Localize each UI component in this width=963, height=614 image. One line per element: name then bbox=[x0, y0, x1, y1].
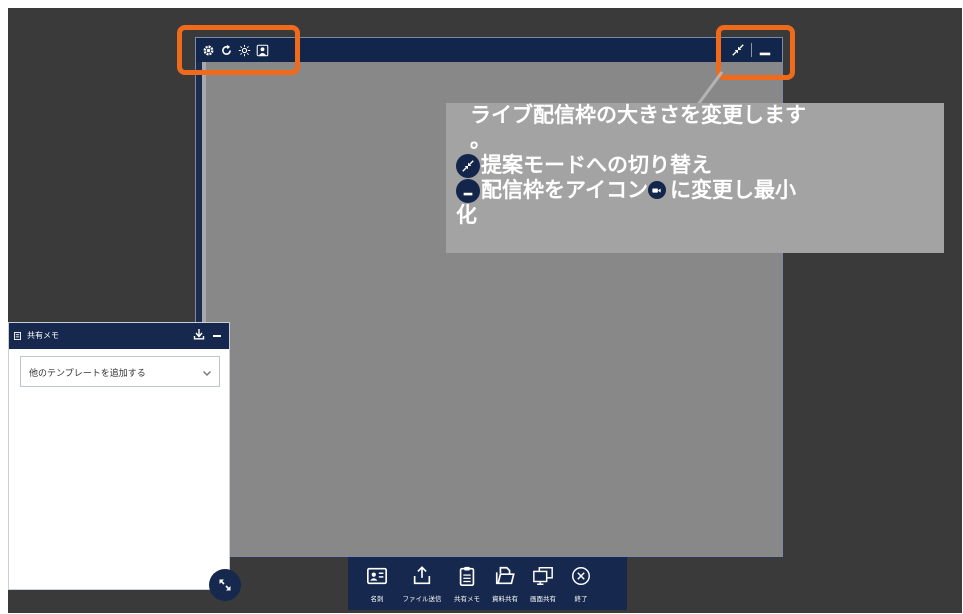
toolbar-end-button[interactable]: 終了 bbox=[562, 557, 600, 610]
toolbar-label: 終了 bbox=[574, 595, 588, 603]
expand-panel-button[interactable] bbox=[209, 569, 241, 601]
minimize-icon bbox=[456, 179, 480, 203]
toolbar-label: ファイル送信 bbox=[402, 595, 442, 603]
document-folder-icon bbox=[493, 564, 517, 588]
bottom-toolbar: 名刺 ファイル送信 共有メモ 資料共有 画面共有 終了 bbox=[348, 557, 627, 610]
highlight-box-tools bbox=[177, 25, 300, 75]
callout-box: ライブ配信枠の大きさを変更します 。 提案モードへの切り替え 配信枠をアイコン … bbox=[446, 103, 944, 253]
toolbar-file-upload-button[interactable]: ファイル送信 bbox=[396, 557, 448, 610]
callout-line-5: 化 bbox=[456, 203, 477, 227]
toolbar-label: 画面共有 bbox=[530, 595, 556, 603]
video-camera-icon bbox=[647, 181, 666, 199]
toolbar-label: 共有メモ bbox=[454, 595, 480, 603]
template-select-label: 他のテンプレートを追加する bbox=[29, 369, 146, 379]
expand-arrows-icon bbox=[219, 579, 231, 591]
business-card-icon bbox=[365, 564, 389, 588]
close-circle-icon bbox=[569, 564, 593, 588]
callout-line-1: ライブ配信枠の大きさを変更します bbox=[470, 103, 806, 127]
file-upload-icon bbox=[410, 564, 434, 588]
callout-line-3: 提案モードへの切り替え bbox=[456, 153, 920, 178]
toolbar-business-card-button[interactable]: 名刺 bbox=[358, 557, 396, 610]
minimize-icon[interactable] bbox=[211, 328, 223, 340]
toolbar-screen-share-button[interactable]: 画面共有 bbox=[524, 557, 562, 610]
shared-memo-actions bbox=[193, 328, 223, 340]
download-icon[interactable] bbox=[193, 328, 205, 340]
toolbar-label: 名刺 bbox=[370, 595, 384, 603]
callout-line-3-text: 提案モードへの切り替え bbox=[481, 153, 712, 177]
screenshot: ライブ配信枠の大きさを変更します 。 提案モードへの切り替え 配信枠をアイコン … bbox=[0, 0, 963, 614]
shared-memo-header: 共有メモ bbox=[9, 323, 229, 349]
shared-memo-title: 共有メモ bbox=[27, 331, 59, 340]
callout-line-4-text-b: に変更し最小 bbox=[669, 178, 796, 202]
memo-icon bbox=[14, 332, 21, 340]
chevron-down-icon bbox=[203, 371, 211, 376]
callout-line-4: 配信枠をアイコン に変更し最小 bbox=[456, 178, 920, 203]
template-select-dropdown[interactable]: 他のテンプレートを追加する bbox=[20, 356, 220, 387]
callout-line-4-text-a: 配信枠をアイコン bbox=[481, 178, 648, 202]
toolbar-shared-memo-button[interactable]: 共有メモ bbox=[448, 557, 486, 610]
shared-memo-text-area[interactable] bbox=[9, 395, 229, 589]
toolbar-document-share-button[interactable]: 資料共有 bbox=[486, 557, 524, 610]
clipboard-icon bbox=[455, 564, 479, 588]
shared-memo-panel: 共有メモ 他のテンプレートを追加する bbox=[8, 322, 230, 590]
shrink-arrows-icon bbox=[456, 154, 480, 178]
toolbar-label: 資料共有 bbox=[492, 595, 518, 603]
screen-share-icon bbox=[531, 564, 555, 588]
callout-line-2: 。 bbox=[470, 128, 491, 152]
